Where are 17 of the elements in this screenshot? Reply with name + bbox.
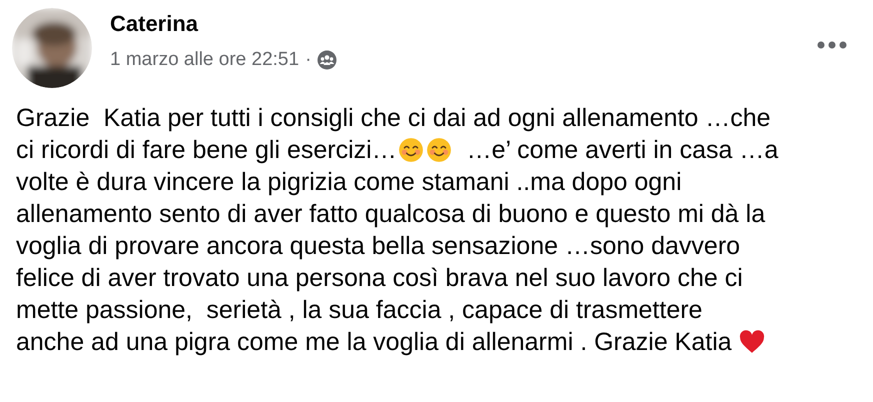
smiling-face-icon	[426, 137, 452, 163]
heart-icon	[738, 330, 765, 354]
post-text: felice di aver trovato una persona così brava nel suo lavoro che ci	[16, 263, 743, 294]
post-text: ci ricordi di fare bene gli esercizi…	[16, 135, 397, 166]
separator-dot: ·	[305, 48, 312, 72]
post-text: anche ad una pigra come me la voglia di allenarmi . Grazie Katia	[16, 327, 733, 358]
post-text: volte è dura vincere la pigrizia come stamani ..ma dopo ogni	[16, 167, 682, 198]
author-name[interactable]: Caterina	[110, 10, 817, 38]
post-text: mette passione, serietà , la sua faccia , capace di trasmettere	[16, 295, 702, 326]
friends-icon[interactable]	[317, 50, 338, 70]
post-text: …e’ come averti in casa …a	[466, 135, 778, 166]
more-options-icon[interactable]	[817, 41, 847, 49]
post-text: voglia di provare ancora questa bella sensazione …sono davvero	[16, 231, 740, 262]
smiling-face-icon	[398, 137, 424, 163]
post-timestamp[interactable]: 1 marzo alle ore 22:51	[110, 48, 300, 72]
post-text: allenamento sento di aver fatto qualcosa di buono e questo mi dà la	[16, 199, 766, 230]
post-text: Grazie Katia per tutti i consigli che ci dai ad ogni allenamento …che	[16, 103, 771, 134]
